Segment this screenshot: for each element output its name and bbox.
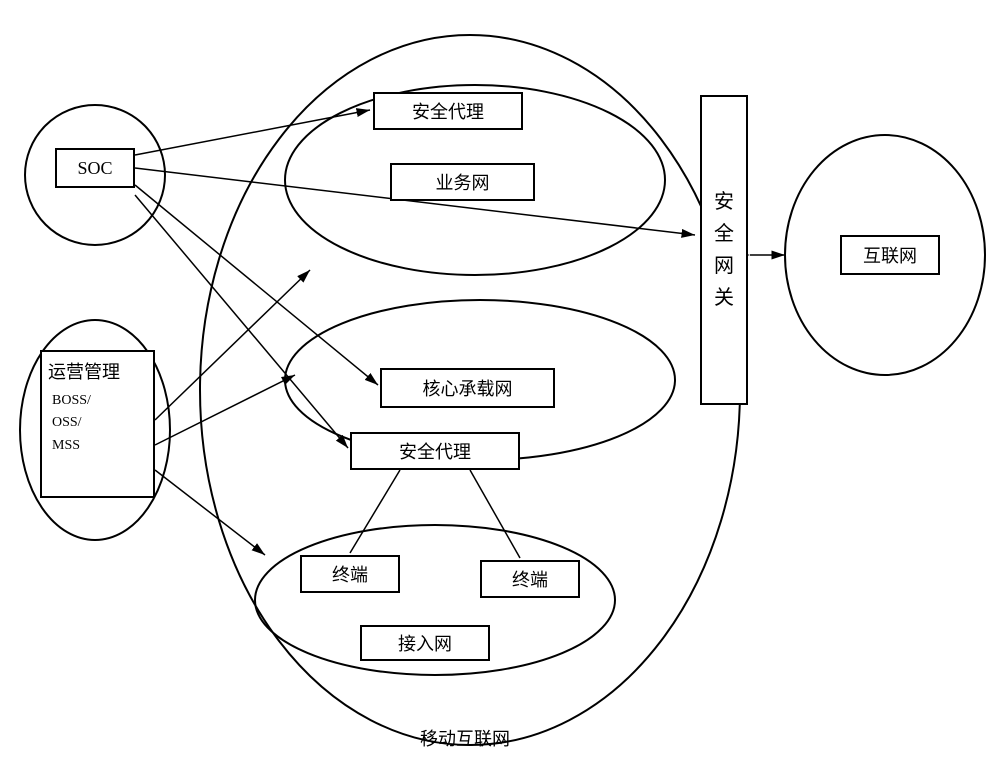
core-network-label: 核心承载网	[423, 375, 513, 401]
ops-management-box: 运营管理 BOSS/ OSS/ MSS	[40, 350, 155, 498]
access-network-label: 接入网	[398, 630, 452, 656]
soc-label: SOC	[77, 158, 112, 179]
terminal2-label: 终端	[512, 566, 548, 592]
ops-sub1: BOSS/	[52, 390, 147, 412]
terminal2-box: 终端	[480, 560, 580, 598]
security-proxy-mid-label: 安全代理	[399, 438, 471, 464]
business-network-label: 业务网	[436, 169, 490, 195]
ops-title: 运营管理	[48, 358, 147, 384]
terminal1-label: 终端	[332, 561, 368, 587]
security-proxy-top-label: 安全代理	[412, 98, 484, 124]
business-network-box: 业务网	[390, 163, 535, 201]
security-gateway-box: 安全网关	[700, 95, 748, 405]
security-proxy-mid-box: 安全代理	[350, 432, 520, 470]
security-proxy-top-box: 安全代理	[373, 92, 523, 130]
mobile-internet-label: 移动互联网	[420, 725, 510, 751]
access-network-box: 接入网	[360, 625, 490, 661]
ops-sub3: MSS	[52, 435, 147, 457]
soc-box: SOC	[55, 148, 135, 188]
internet-box: 互联网	[840, 235, 940, 275]
internet-label: 互联网	[863, 242, 917, 268]
ops-sub2: OSS/	[52, 412, 147, 434]
terminal1-box: 终端	[300, 555, 400, 593]
security-gateway-label: 安全网关	[714, 186, 734, 314]
core-network-box: 核心承载网	[380, 368, 555, 408]
